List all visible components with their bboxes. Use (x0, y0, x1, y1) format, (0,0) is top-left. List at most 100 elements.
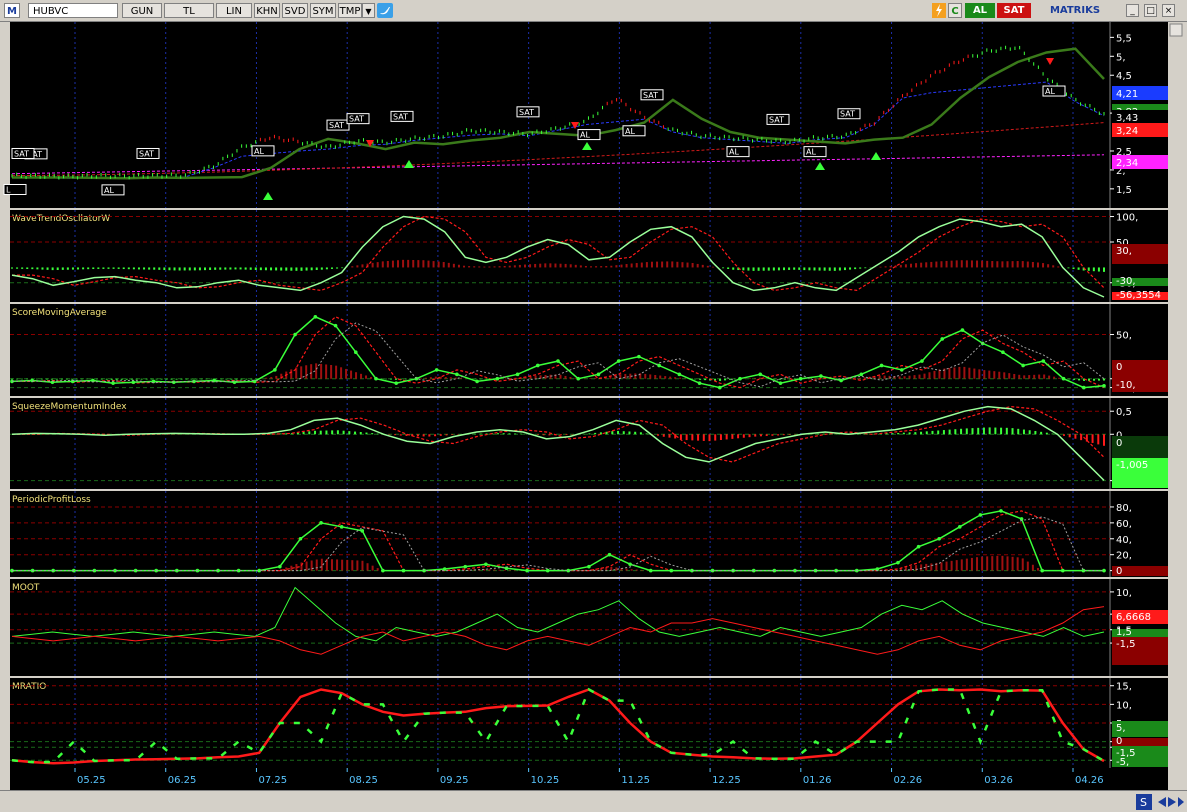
panel-0[interactable] (10, 22, 1168, 208)
panel-5[interactable] (10, 579, 1168, 676)
lightning-icon[interactable] (932, 3, 946, 18)
panel-title: ScoreMovingAverage (12, 308, 107, 318)
series-point (401, 568, 406, 573)
x-tick-label: 01.26 (803, 775, 832, 786)
series-point (940, 337, 945, 341)
y-tick-label: 10, (1116, 700, 1132, 711)
series-point (545, 568, 550, 573)
panel-4[interactable] (10, 491, 1168, 577)
series-point (515, 372, 520, 377)
series-point (616, 359, 621, 363)
x-tick-label: 10.25 (531, 775, 560, 786)
series-point (30, 378, 35, 383)
currency-tl-button[interactable]: TL (164, 3, 214, 18)
signal-label: AL (729, 148, 739, 157)
navigation-arrows-icon[interactable]: S (1136, 794, 1186, 810)
x-tick-label: 08.25 (349, 775, 378, 786)
series-point (556, 359, 560, 363)
series-point (576, 376, 581, 381)
series-point (484, 562, 488, 567)
series-point (1021, 363, 1025, 368)
indicator-tag-label: 0 (1116, 566, 1122, 577)
series-point (313, 315, 318, 319)
signal-label: AL (1045, 87, 1055, 96)
signal-label: SAT (349, 115, 364, 124)
y-tick-label: 1,5 (1116, 185, 1132, 196)
series-point (293, 332, 297, 337)
symbol-field[interactable]: HUBVC (28, 3, 118, 18)
series-point (1102, 568, 1106, 573)
series-point (637, 354, 641, 359)
signal-label: SAT (643, 91, 658, 100)
x-tick-label: 06.25 (168, 775, 197, 786)
series-point (394, 381, 399, 385)
period-daily-button[interactable]: GUN (122, 3, 162, 18)
status-bar: S (0, 790, 1187, 812)
matriks-brand: MATRIKS (1049, 5, 1101, 16)
series-point (587, 564, 591, 569)
signal-label: SAT (14, 149, 29, 158)
series-point (960, 328, 965, 332)
x-tick-label: 11.25 (621, 775, 650, 786)
linear-scale-button[interactable]: LIN (216, 3, 252, 18)
series-point (360, 529, 365, 533)
y-tick-label: 0,5 (1116, 407, 1132, 418)
svd-button[interactable]: SVD (282, 3, 308, 18)
x-tick-label: 04.26 (1075, 775, 1104, 786)
series-point (999, 509, 1003, 513)
series-point (131, 380, 136, 385)
series-point (374, 376, 378, 381)
series-point (495, 376, 500, 381)
series-point (298, 536, 303, 541)
indicator-tag-label: -10, (1116, 380, 1136, 391)
twitter-icon[interactable] (377, 3, 393, 18)
sym-button[interactable]: SYM (310, 3, 336, 18)
series-point (596, 372, 601, 377)
series-point (1102, 384, 1106, 388)
panel-3[interactable] (10, 398, 1168, 489)
series-point (978, 513, 983, 517)
signal-label: AL (806, 148, 816, 157)
khn-button[interactable]: KHN (254, 3, 280, 18)
indicator-tag-label: -56,3554 (1116, 290, 1161, 301)
panel-title: WaveTrendOscllatorW (12, 214, 110, 224)
signal-label: AL (254, 147, 264, 156)
series-point (879, 363, 884, 368)
x-tick-label: 07.25 (258, 775, 287, 786)
signal-label: AL (625, 127, 635, 136)
series-point (648, 568, 653, 573)
indicator-tag-label: 6,6668 (1116, 612, 1151, 623)
indicator-tag-label: 5, (1116, 723, 1126, 734)
series-point (778, 381, 783, 385)
buy-button[interactable]: AL (965, 3, 995, 18)
template-dropdown-icon[interactable]: ▼ (362, 3, 375, 18)
series-point (273, 368, 277, 372)
panel-bg (10, 398, 1168, 489)
series-point (896, 560, 900, 565)
close-button[interactable]: × (1162, 4, 1175, 17)
template-button[interactable]: TMP (338, 3, 362, 18)
series-point (525, 568, 529, 573)
chart-area[interactable]: 05.25 06.25 07.25 08.25 09.25 10.25 11.25 12.25… (0, 22, 1187, 790)
price-tag-label: 4,21 (1116, 89, 1138, 100)
series-point (319, 521, 323, 525)
panel-bg (10, 22, 1168, 208)
series-point (381, 568, 385, 573)
x-tick-label: 12.25 (712, 775, 741, 786)
series-point (819, 374, 823, 378)
panel-settings-icon[interactable] (1169, 23, 1183, 37)
maximize-button[interactable]: □ (1144, 4, 1157, 17)
minimize-button[interactable]: _ (1126, 4, 1139, 17)
series-point (475, 379, 479, 384)
series-point (1040, 568, 1044, 573)
signal-label: SAT (329, 121, 344, 130)
price-tag-label: 2,34 (1116, 158, 1138, 169)
price-tag-label: 3,43 (1116, 113, 1138, 124)
series-point (278, 564, 282, 569)
matriks-logo-icon[interactable]: M (4, 3, 20, 18)
indicator-tag-label: -5, (1116, 757, 1129, 768)
sell-button[interactable]: SAT (997, 3, 1031, 18)
series-point (937, 536, 941, 541)
series-point (463, 564, 468, 569)
refresh-icon[interactable]: C (948, 3, 962, 18)
